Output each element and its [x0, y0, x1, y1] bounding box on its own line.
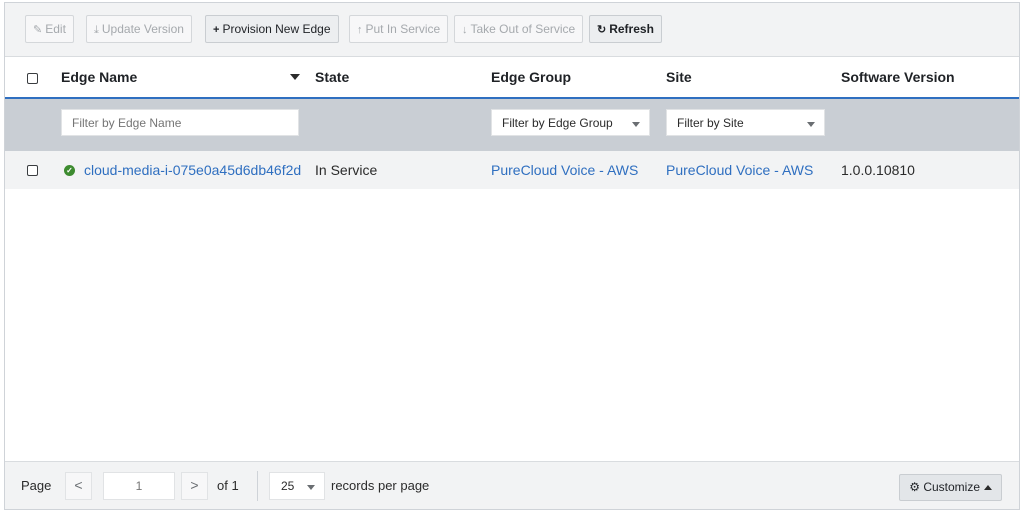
gear-icon: ⚙: [909, 480, 920, 494]
prev-page-button[interactable]: <: [65, 472, 92, 500]
chevron-down-icon: [307, 485, 315, 490]
chevron-up-icon: [984, 485, 992, 490]
chevron-down-icon: [632, 122, 640, 127]
check-circle-icon: ✓: [64, 165, 75, 176]
page-label: Page: [21, 478, 52, 493]
edit-button[interactable]: ✎ Edit: [25, 15, 74, 43]
site-filter-select[interactable]: Filter by Site: [666, 109, 825, 136]
records-per-page-label: records per page: [331, 478, 430, 493]
table-header: Edge Name State Edge Group Site Software…: [5, 57, 1019, 99]
arrow-up-icon: ↑: [357, 24, 363, 36]
chevron-right-icon: >: [190, 477, 199, 493]
records-per-page-select[interactable]: 25: [269, 472, 325, 500]
arrow-down-icon: ↓: [462, 24, 468, 36]
column-header-edge-name[interactable]: Edge Name: [61, 69, 137, 85]
refresh-button[interactable]: ↻ Refresh: [589, 15, 662, 43]
next-page-button[interactable]: >: [181, 472, 208, 500]
edit-icon: ✎: [33, 24, 43, 36]
put-in-service-button[interactable]: ↑ Put In Service: [349, 15, 449, 43]
toolbar: ✎ Edit ⤓ Update Version + Provision New Edg…: [5, 3, 1019, 57]
site-link[interactable]: PureCloud Voice - AWS: [666, 162, 813, 178]
pagination-bar: Page < > of 1 25 records per page ⚙ Cust…: [5, 461, 1019, 509]
state-cell: In Service: [315, 162, 378, 178]
software-version-cell: 1.0.0.10810: [841, 162, 915, 178]
select-all-checkbox[interactable]: [27, 73, 38, 84]
edges-grid-panel: ✎ Edit ⤓ Update Version + Provision New Edg…: [4, 2, 1020, 510]
page-number-input[interactable]: [103, 472, 175, 500]
table-row[interactable]: ✓ cloud-media-i-075e0a45d6db46f2d In Ser…: [5, 151, 1019, 189]
refresh-icon: ↻: [597, 24, 607, 36]
provision-new-edge-button[interactable]: + Provision New Edge: [205, 15, 339, 43]
chevron-left-icon: <: [74, 477, 83, 493]
edge-group-filter-select[interactable]: Filter by Edge Group: [491, 109, 650, 136]
page-count: of 1: [217, 478, 239, 493]
edge-name-link[interactable]: cloud-media-i-075e0a45d6db46f2d: [84, 162, 301, 178]
column-header-edge-group[interactable]: Edge Group: [491, 69, 571, 85]
filter-row: Filter by Edge Group Filter by Site: [5, 99, 1019, 151]
customize-button[interactable]: ⚙ Customize: [899, 474, 1002, 501]
edge-name-filter-input[interactable]: [61, 109, 299, 136]
column-header-state[interactable]: State: [315, 69, 349, 85]
download-icon: ⤓: [94, 24, 99, 36]
column-header-software-version[interactable]: Software Version: [841, 69, 955, 85]
update-version-button[interactable]: ⤓ Update Version: [86, 15, 192, 43]
plus-icon: +: [213, 24, 220, 36]
chevron-down-icon: [807, 122, 815, 127]
sort-desc-icon[interactable]: [290, 74, 300, 80]
row-checkbox[interactable]: [27, 165, 38, 176]
edge-group-link[interactable]: PureCloud Voice - AWS: [491, 162, 638, 178]
take-out-of-service-button[interactable]: ↓ Take Out of Service: [454, 15, 584, 43]
column-header-site[interactable]: Site: [666, 69, 692, 85]
divider: [257, 471, 258, 501]
